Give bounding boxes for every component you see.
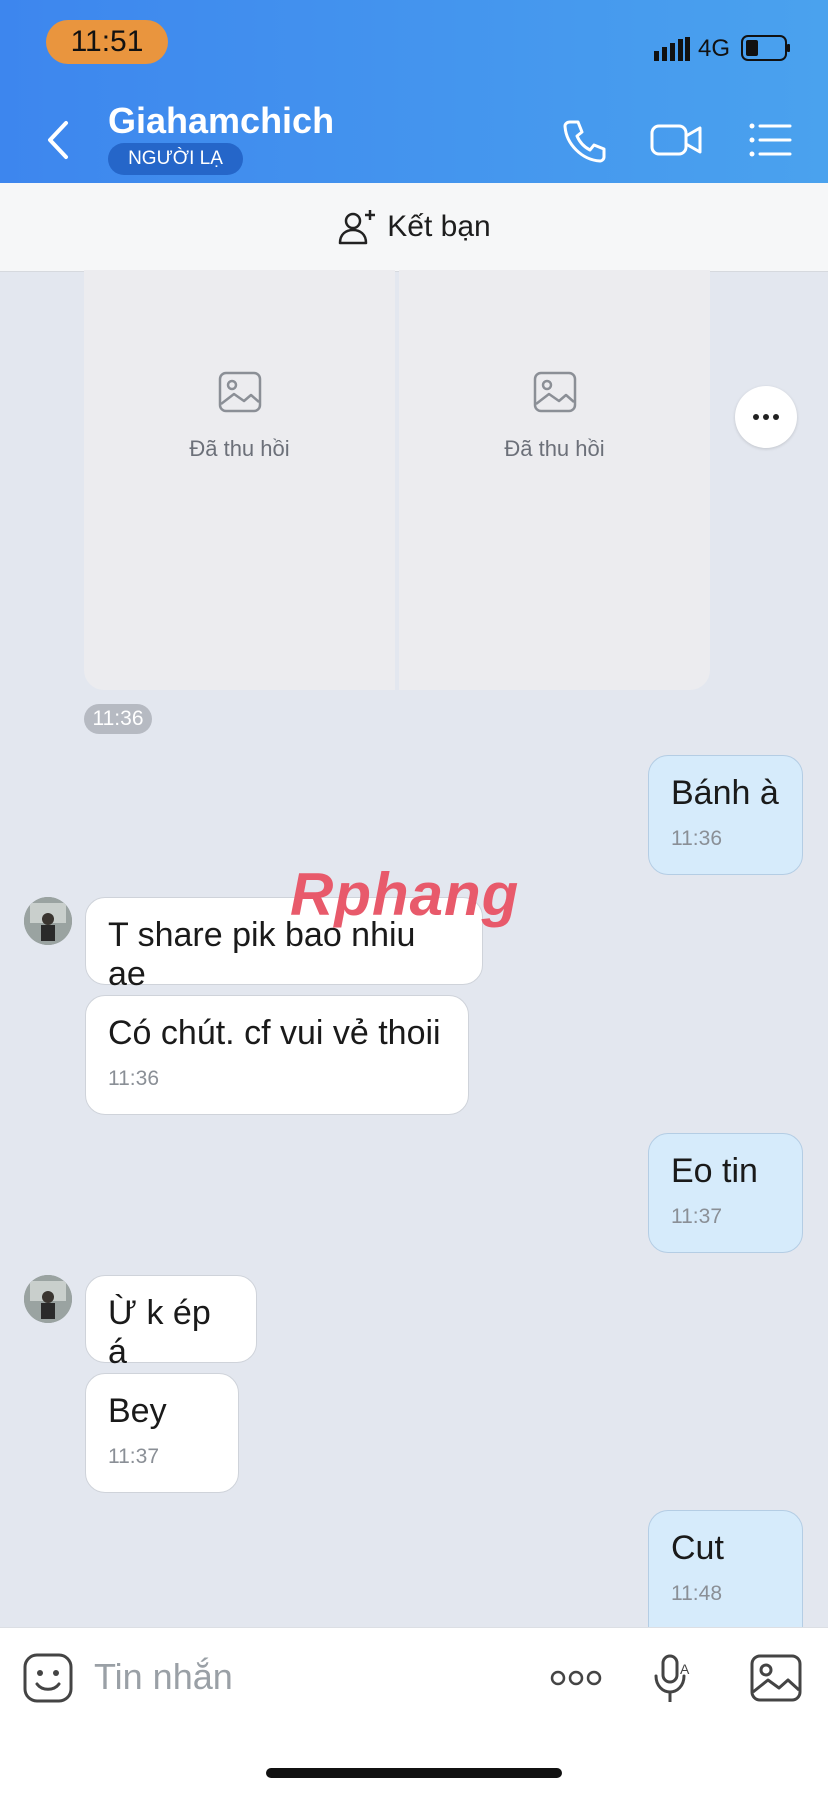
watermark: Rphang [290, 861, 520, 928]
revoked-label: Đã thu hồi [504, 436, 605, 461]
outgoing-message[interactable]: Cut 11:48 [648, 1510, 803, 1627]
network-type: 4G [698, 35, 731, 62]
message-time: 11:37 [671, 1205, 722, 1228]
phone-icon[interactable] [558, 114, 610, 166]
message-text: Có chút. cf vui vẻ thoii [108, 1014, 441, 1052]
image-icon [533, 371, 576, 413]
gallery-icon[interactable] [748, 1650, 804, 1706]
message-composer: Tin nhắn A [0, 1627, 828, 1793]
message-text: Cut [671, 1529, 724, 1567]
menu-icon[interactable] [744, 114, 796, 166]
battery-icon [741, 35, 790, 61]
emoji-icon[interactable] [20, 1650, 76, 1706]
add-friend-bar[interactable]: Kết bạn [0, 183, 828, 272]
avatar-image [24, 1275, 72, 1323]
message-text: Ừ k ép á [108, 1294, 211, 1371]
home-indicator[interactable] [266, 1768, 562, 1778]
message-time: 11:36 [108, 1067, 159, 1090]
incoming-message[interactable]: Ừ k ép á [85, 1275, 257, 1371]
add-friend-icon [339, 210, 376, 245]
svg-text:A: A [680, 1661, 690, 1677]
avatar[interactable] [24, 1275, 72, 1323]
mic-icon[interactable]: A [644, 1650, 700, 1706]
revoked-image[interactable]: Đã thu hồi [84, 270, 395, 690]
avatar[interactable] [24, 897, 72, 945]
message-text: Bey [108, 1392, 167, 1430]
signal-icon [654, 37, 690, 61]
message-time: 11:37 [108, 1445, 159, 1468]
video-icon[interactable] [648, 114, 704, 166]
message-text: Eo tin [671, 1152, 758, 1190]
more-options-icon[interactable] [548, 1650, 604, 1706]
message-options-button[interactable] [735, 386, 797, 448]
outgoing-message[interactable]: Eo tin 11:37 [648, 1133, 803, 1253]
message-timestamp: 11:36 [84, 704, 152, 734]
message-text: Bánh à [671, 774, 779, 812]
message-time: 11:36 [671, 827, 722, 850]
back-icon[interactable] [40, 115, 76, 165]
revoked-image[interactable]: Đã thu hồi [399, 270, 710, 690]
status-time: 11:51 [46, 20, 168, 64]
outgoing-message[interactable]: Bánh à 11:36 [648, 755, 803, 875]
contact-name[interactable]: Giahamchich [108, 100, 334, 142]
add-friend-label: Kết bạn [387, 210, 491, 243]
image-icon [218, 371, 261, 413]
incoming-message[interactable]: Có chút. cf vui vẻ thoii 11:36 [85, 995, 469, 1115]
revoked-label: Đã thu hồi [189, 436, 290, 461]
avatar-image [24, 897, 72, 945]
stranger-badge: NGƯỜI LẠ [108, 143, 243, 175]
message-input[interactable]: Tin nhắn [94, 1656, 233, 1698]
incoming-message[interactable]: Bey 11:37 [85, 1373, 239, 1493]
message-time: 11:48 [671, 1582, 722, 1605]
more-icon [753, 414, 779, 420]
chat-header: 11:51 4G Giahamchich NGƯỜI LẠ [0, 0, 828, 183]
